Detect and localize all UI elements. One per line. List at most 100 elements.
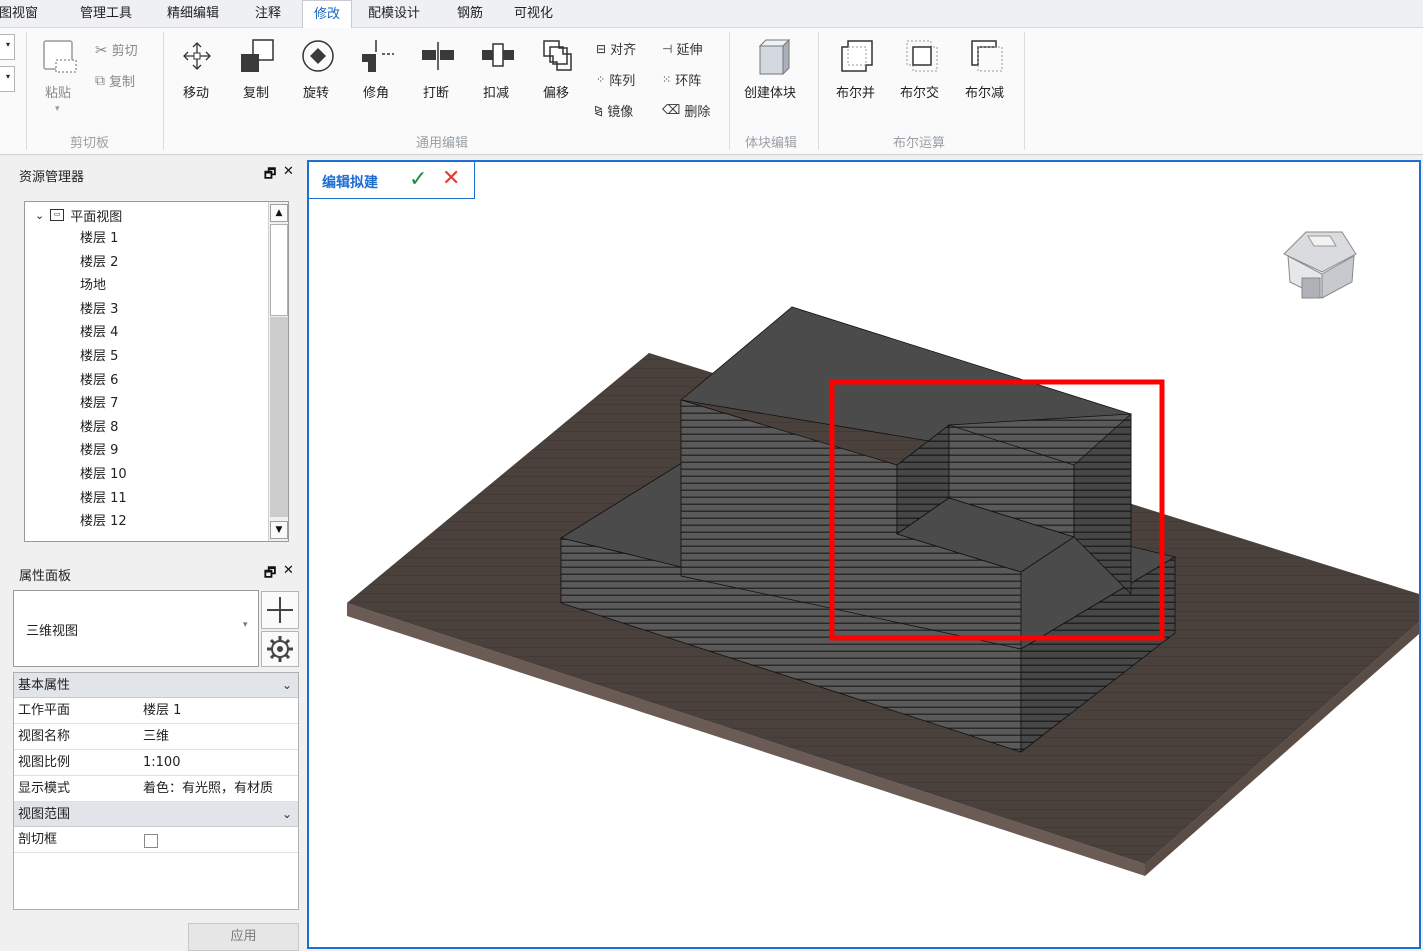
close-panel-icon[interactable]: ✕ <box>283 563 294 578</box>
paste-dropdown-icon[interactable]: ▾ <box>55 104 60 114</box>
separator <box>1024 32 1025 150</box>
rotate-icon[interactable] <box>300 38 336 74</box>
section-box-checkbox[interactable] <box>144 834 158 848</box>
tree-root-label: 平面视图 <box>70 209 123 225</box>
boolean-union-icon[interactable] <box>840 39 874 73</box>
align-label: 对齐 <box>610 43 637 58</box>
prop-category-view-range[interactable]: 视图范围 ⌄ <box>14 802 298 827</box>
menu-rebar[interactable]: 钢筋 <box>457 0 483 28</box>
menu-bar: 视图视窗 管理工具 精细编辑 注释 修改 配模设计 钢筋 可视化 <box>0 0 1423 29</box>
tree-item[interactable]: 楼层 9 <box>80 440 127 464</box>
prop-value[interactable]: 着色：有光照，有材质 <box>143 776 273 802</box>
3d-viewport[interactable]: 编辑拟建 ✓ ✕ <box>307 160 1421 949</box>
resource-manager-title: 资源管理器 <box>19 170 85 185</box>
apply-button[interactable]: 应用 <box>188 923 299 951</box>
tree-item[interactable]: 楼层 5 <box>80 346 127 370</box>
prop-value[interactable]: 三维 <box>143 724 169 750</box>
tree-item[interactable]: 楼层 4 <box>80 322 127 346</box>
type-settings-button[interactable] <box>261 631 299 667</box>
move-icon[interactable] <box>181 40 213 72</box>
move-label: 移动 <box>183 86 210 101</box>
type-selector[interactable]: 三维视图 ▾ <box>13 590 259 667</box>
tree-item[interactable]: 楼层 6 <box>80 370 127 394</box>
paste-icon[interactable] <box>42 38 78 74</box>
close-panel-icon[interactable]: ✕ <box>283 164 294 179</box>
prop-row[interactable]: 视图比例 1:100 <box>14 750 298 776</box>
copy-button[interactable]: ⧉ 复制 <box>95 71 135 91</box>
eraser-icon: ⌫ <box>662 103 681 118</box>
boolean-intersect-icon[interactable] <box>905 39 939 73</box>
gear-icon <box>267 636 293 662</box>
tree-item[interactable]: 楼层 1 <box>80 228 127 252</box>
tree-item[interactable]: 场地 <box>80 275 127 299</box>
menu-formwork-design[interactable]: 配模设计 <box>368 0 420 28</box>
array-button[interactable]: ⁘ 阵列 <box>596 70 635 89</box>
break-icon[interactable] <box>420 40 456 72</box>
type-selector-value: 三维视图 <box>26 624 79 639</box>
boolean-group-label: 布尔运算 <box>893 136 946 151</box>
float-panel-icon[interactable]: 🗗 <box>264 165 276 187</box>
subtract-icon[interactable] <box>480 40 516 72</box>
separator <box>26 32 27 150</box>
prop-category-basic[interactable]: 基本属性 ⌄ <box>14 673 298 698</box>
menu-visualize[interactable]: 可视化 <box>514 0 553 28</box>
tree-root-plan-views[interactable]: ⌄ ▭ 平面视图 <box>35 205 122 225</box>
tree-item[interactable]: 楼层 2 <box>80 252 127 276</box>
chevron-down-icon[interactable]: ⌄ <box>282 802 292 827</box>
cut-button[interactable]: ✂ 剪切 <box>95 40 138 60</box>
extend-icon: ⊣ <box>662 41 673 56</box>
prop-category-label: 视图范围 <box>18 807 71 822</box>
extend-label: 延伸 <box>676 43 703 58</box>
scroll-thumb[interactable] <box>270 224 288 316</box>
add-type-button[interactable] <box>261 591 299 629</box>
tree-item[interactable]: 楼层 11 <box>80 488 127 512</box>
ring-array-icon: ⁙ <box>662 73 672 86</box>
scroll-up-icon[interactable]: ▲ <box>270 204 288 222</box>
tree-item[interactable]: 楼层 12 <box>80 511 127 535</box>
boolean-difference-icon[interactable] <box>970 39 1004 73</box>
tree-scrollbar[interactable]: ▲ ▼ <box>268 202 288 541</box>
chevron-down-icon[interactable]: ⌄ <box>35 209 44 222</box>
prop-row[interactable]: 工作平面 楼层 1 <box>14 698 298 724</box>
boolean-union-label: 布尔并 <box>836 86 876 101</box>
array-icon: ⁘ <box>596 73 606 86</box>
scroll-track[interactable] <box>270 317 288 517</box>
cancel-edit-button[interactable]: ✕ <box>442 166 460 191</box>
create-block-icon[interactable] <box>756 38 792 76</box>
tree-item[interactable]: 楼层 8 <box>80 417 127 441</box>
plan-view-icon: ▭ <box>50 209 65 221</box>
mirror-button[interactable]: ⧎ 镜像 <box>594 101 633 120</box>
prop-row[interactable]: 视图名称 三维 <box>14 724 298 750</box>
menu-annotate[interactable]: 注释 <box>255 0 281 28</box>
menu-view[interactable]: 视图视窗 <box>0 0 38 28</box>
confirm-edit-button[interactable]: ✓ <box>409 167 427 192</box>
menu-manage-tools[interactable]: 管理工具 <box>80 0 132 28</box>
prop-row[interactable]: 剖切框 <box>14 827 298 853</box>
prop-row[interactable]: 显示模式 着色：有光照，有材质 <box>14 776 298 802</box>
prop-value[interactable]: 楼层 1 <box>143 698 181 724</box>
menu-modify[interactable]: 修改 <box>302 0 352 29</box>
float-panel-icon[interactable]: 🗗 <box>264 564 276 586</box>
ring-array-button[interactable]: ⁙ 环阵 <box>662 70 701 89</box>
trim-label: 修角 <box>363 86 390 101</box>
model-canvas[interactable] <box>309 162 1419 947</box>
properties-title: 属性面板 <box>19 569 72 584</box>
view-cube-icon[interactable] <box>1283 231 1357 299</box>
align-button[interactable]: ⊟ 对齐 <box>596 39 637 59</box>
tree-item[interactable]: 楼层 3 <box>80 299 127 323</box>
delete-button[interactable]: ⌫ 删除 <box>662 101 710 120</box>
tree-item[interactable]: 楼层 7 <box>80 393 127 417</box>
left-dropdown-2[interactable]: ▾ <box>0 66 15 92</box>
extend-button[interactable]: ⊣ 延伸 <box>662 39 703 59</box>
chevron-down-icon[interactable]: ⌄ <box>282 673 292 698</box>
tree-item[interactable]: 楼层 10 <box>80 464 127 488</box>
prop-key: 视图比例 <box>18 755 71 770</box>
menu-fine-edit[interactable]: 精细编辑 <box>167 0 219 28</box>
prop-value[interactable]: 1:100 <box>143 750 180 776</box>
trim-icon[interactable] <box>360 38 396 74</box>
scroll-down-icon[interactable]: ▼ <box>270 521 288 539</box>
duplicate-icon[interactable] <box>239 38 275 74</box>
boolean-difference-label: 布尔减 <box>965 86 1005 101</box>
left-dropdown-1[interactable]: ▾ <box>0 34 15 60</box>
offset-icon[interactable] <box>541 38 575 74</box>
